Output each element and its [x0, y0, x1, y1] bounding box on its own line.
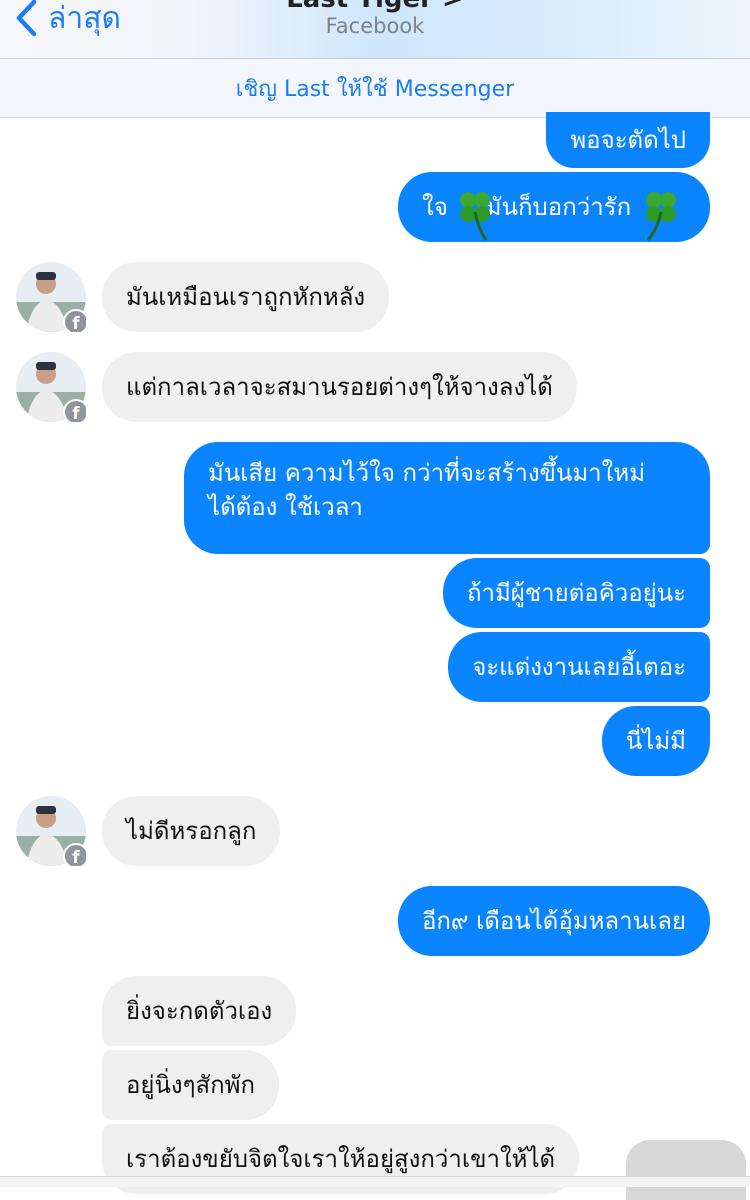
svg-text:f: f — [72, 848, 80, 866]
message-text: ถ้ามีผู้ชายต่อคิวอยู่นะ — [466, 579, 686, 607]
message-text: มันก็บอกว่ารัก — [485, 193, 632, 221]
outgoing-message[interactable]: จะแต่งงานเลยอี้เตอะ — [448, 632, 710, 702]
message-text: มันเหมือนเราถูกหักหลัง — [126, 283, 366, 311]
message-text: ใจ — [422, 193, 448, 221]
message-text: มันเสีย ความไว้ใจ กว่าที่จะสร้างขึ้นมาให… — [208, 459, 646, 487]
message-text: นี่ไม่มี — [625, 727, 686, 755]
message-text: จะแต่งงานเลยอี้เตอะ — [472, 653, 686, 681]
svg-text:f: f — [72, 404, 80, 422]
message-text: อยู่นิ่งๆสักพัก — [126, 1071, 256, 1099]
composer-bar — [0, 1176, 750, 1187]
outgoing-message[interactable]: นี่ไม่มี — [601, 706, 710, 776]
outgoing-message[interactable]: ถ้ามีผู้ชายต่อคิวอยู่นะ — [442, 558, 710, 628]
message-text: ได้ต้อง ใช้เวลา — [208, 493, 363, 521]
outgoing-message[interactable]: อีก๙ เดือนได้อุ้มหลานเลย — [397, 886, 710, 956]
incoming-message[interactable]: ไม่ดีหรอกลูก — [102, 796, 281, 866]
message-text: แต่กาลเวลาจะสมานรอยต่างๆให้จางลงได้ — [126, 373, 553, 401]
outgoing-message[interactable]: พอจะตัดไป — [546, 112, 710, 168]
invite-to-messenger-banner[interactable]: เชิญ Last ให้ใช้ Messenger — [0, 59, 750, 118]
conversation-title[interactable]: Last Tiger > — [0, 0, 750, 14]
message-text: พอจะตัดไป — [570, 126, 686, 154]
contact-avatar[interactable]: f — [16, 262, 86, 332]
contact-avatar[interactable]: f — [16, 796, 86, 866]
incoming-message[interactable]: ยิ่งจะกดตัวเอง — [102, 976, 297, 1046]
conversation-subtitle: Facebook — [325, 14, 425, 38]
incoming-message[interactable]: แต่กาลเวลาจะสมานรอยต่างๆให้จางลงได้ — [102, 352, 577, 422]
outgoing-message[interactable]: มันเสีย ความไว้ใจ กว่าที่จะสร้างขึ้นมาให… — [184, 442, 710, 554]
incoming-message[interactable]: อยู่นิ่งๆสักพัก — [102, 1050, 280, 1120]
chat-header: ล่าสุด Last Tiger > Facebook — [0, 0, 750, 59]
contact-avatar[interactable]: f — [16, 352, 86, 422]
like-button[interactable] — [626, 1140, 746, 1200]
four-leaf-clover-icon — [460, 192, 490, 241]
message-text: อีก๙ เดือนได้อุ้มหลานเลย — [421, 907, 686, 935]
incoming-message[interactable]: มันเหมือนเราถูกหักหลัง — [102, 262, 390, 332]
message-text: ยิ่งจะกดตัวเอง — [126, 997, 273, 1025]
message-text: เราต้องขยับจิตใจเราให้อยู่สูงกว่าเขาให้ไ… — [126, 1145, 556, 1173]
svg-text:f: f — [72, 314, 80, 332]
four-leaf-clover-icon — [646, 192, 676, 241]
message-text: ไม่ดีหรอกลูก — [126, 817, 257, 845]
